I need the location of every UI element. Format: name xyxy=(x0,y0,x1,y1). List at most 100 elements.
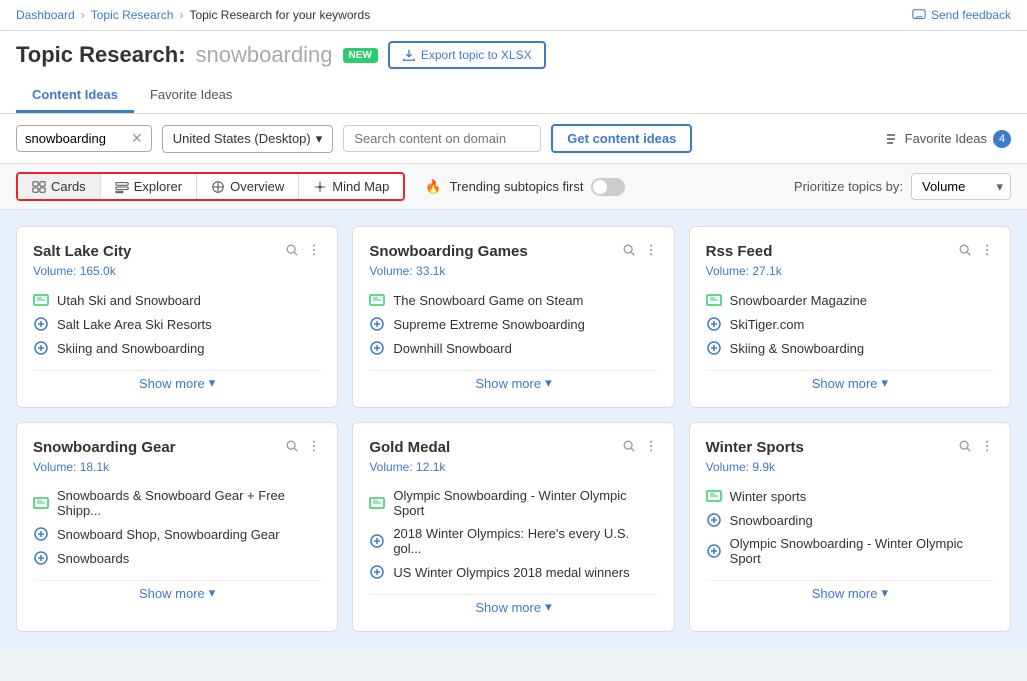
card-actions xyxy=(285,439,321,453)
show-more-button[interactable]: Show more ▾ xyxy=(369,594,657,615)
search-icon[interactable] xyxy=(285,439,299,453)
item-type-icon xyxy=(369,495,385,511)
item-text: Olympic Snowboarding - Winter Olympic Sp… xyxy=(730,536,994,566)
card-items: Winter sports Snowboarding Olympic Snowb… xyxy=(706,488,994,566)
card-items: Utah Ski and Snowboard Salt Lake Area Sk… xyxy=(33,292,321,356)
search-icon[interactable] xyxy=(622,243,636,257)
item-text: The Snowboard Game on Steam xyxy=(393,293,583,308)
card-actions xyxy=(622,243,658,257)
volume-select[interactable]: Volume Difficulty xyxy=(911,173,1011,200)
topic-card: Snowboarding Gear Volume: 18.1k Snowboar… xyxy=(16,422,338,632)
item-type-icon xyxy=(369,533,385,549)
more-icon[interactable] xyxy=(307,243,321,257)
country-select[interactable]: United States (Desktop) ▾ xyxy=(162,125,334,153)
show-more-button[interactable]: Show more ▾ xyxy=(706,580,994,601)
topic-card: Salt Lake City Volume: 165.0k Utah Ski a… xyxy=(16,226,338,408)
prioritize-wrap: Prioritize topics by: Volume Difficulty xyxy=(794,173,1011,200)
card-items: Snowboarder Magazine SkiTiger.com Skiing… xyxy=(706,292,994,356)
card-actions xyxy=(958,243,994,257)
item-type-icon xyxy=(369,564,385,580)
country-chevron-icon: ▾ xyxy=(316,131,323,147)
topic-card: Gold Medal Volume: 12.1k Olympic Snowboa… xyxy=(352,422,674,632)
list-item: US Winter Olympics 2018 medal winners xyxy=(369,564,657,580)
item-type-icon xyxy=(33,340,49,356)
view-mindmap-button[interactable]: Mind Map xyxy=(299,174,403,199)
item-type-icon xyxy=(33,495,49,511)
item-text: Skiing & Snowboarding xyxy=(730,341,864,356)
item-type-icon xyxy=(706,488,722,504)
card-header: Gold Medal xyxy=(369,439,657,456)
item-text: Olympic Snowboarding - Winter Olympic Sp… xyxy=(393,488,657,518)
card-title: Winter Sports xyxy=(706,439,804,456)
feedback-icon xyxy=(912,8,926,22)
card-header: Winter Sports xyxy=(706,439,994,456)
item-text: Snowboard Shop, Snowboarding Gear xyxy=(57,527,280,542)
item-type-icon xyxy=(369,292,385,308)
show-more-button[interactable]: Show more ▾ xyxy=(33,370,321,391)
card-volume: Volume: 9.9k xyxy=(706,460,994,474)
more-icon[interactable] xyxy=(307,439,321,453)
domain-input[interactable] xyxy=(343,125,541,152)
card-title: Gold Medal xyxy=(369,439,450,456)
item-text: SkiTiger.com xyxy=(730,317,805,332)
search-icon[interactable] xyxy=(285,243,299,257)
item-text: 2018 Winter Olympics: Here's every U.S. … xyxy=(393,526,657,556)
view-explorer-button[interactable]: Explorer xyxy=(101,174,197,199)
card-title: Snowboarding Games xyxy=(369,243,527,260)
breadcrumb-current: Topic Research for your keywords xyxy=(189,8,370,22)
show-more-button[interactable]: Show more ▾ xyxy=(706,370,994,391)
item-type-icon xyxy=(33,526,49,542)
breadcrumb-dashboard[interactable]: Dashboard xyxy=(16,8,75,22)
view-overview-button[interactable]: Overview xyxy=(197,174,299,199)
cards-area: Salt Lake City Volume: 165.0k Utah Ski a… xyxy=(0,210,1027,648)
list-item: Salt Lake Area Ski Resorts xyxy=(33,316,321,332)
item-text: US Winter Olympics 2018 medal winners xyxy=(393,565,629,580)
get-ideas-button[interactable]: Get content ideas xyxy=(551,124,692,153)
item-text: Snowboards & Snowboard Gear + Free Shipp… xyxy=(57,488,321,518)
search-toolbar: ✕ United States (Desktop) ▾ Get content … xyxy=(0,114,1027,164)
tab-content-ideas[interactable]: Content Ideas xyxy=(16,79,134,113)
top-nav: Dashboard › Topic Research › Topic Resea… xyxy=(0,0,1027,31)
view-cards-button[interactable]: Cards xyxy=(18,174,101,199)
trending-toggle[interactable] xyxy=(591,178,625,196)
more-icon[interactable] xyxy=(980,439,994,453)
item-text: Snowboarding xyxy=(730,513,813,528)
card-volume: Volume: 18.1k xyxy=(33,460,321,474)
favorite-ideas-count: Favorite Ideas 4 xyxy=(883,130,1011,148)
search-icon[interactable] xyxy=(958,243,972,257)
item-text: Skiing and Snowboarding xyxy=(57,341,204,356)
more-icon[interactable] xyxy=(644,439,658,453)
chevron-down-icon: ▾ xyxy=(881,375,888,391)
send-feedback-button[interactable]: Send feedback xyxy=(912,8,1011,22)
item-type-icon xyxy=(33,550,49,566)
export-icon xyxy=(402,48,416,62)
item-type-icon xyxy=(706,512,722,528)
keyword-input[interactable] xyxy=(25,131,125,146)
breadcrumb-topic-research[interactable]: Topic Research xyxy=(91,8,174,22)
card-header: Rss Feed xyxy=(706,243,994,260)
list-item: Snowboards & Snowboard Gear + Free Shipp… xyxy=(33,488,321,518)
more-icon[interactable] xyxy=(644,243,658,257)
search-icon[interactable] xyxy=(622,439,636,453)
chevron-down-icon: ▾ xyxy=(545,375,552,391)
more-icon[interactable] xyxy=(980,243,994,257)
toggle-dot xyxy=(593,180,607,194)
chevron-down-icon: ▾ xyxy=(209,375,216,391)
export-button[interactable]: Export topic to XLSX xyxy=(388,41,546,69)
item-type-icon xyxy=(33,292,49,308)
show-more-button[interactable]: Show more ▾ xyxy=(369,370,657,391)
list-item: Snowboarder Magazine xyxy=(706,292,994,308)
list-item: Supreme Extreme Snowboarding xyxy=(369,316,657,332)
item-text: Salt Lake Area Ski Resorts xyxy=(57,317,212,332)
item-text: Downhill Snowboard xyxy=(393,341,512,356)
fire-icon: 🔥 xyxy=(425,179,441,195)
fav-count-badge: 4 xyxy=(993,130,1011,148)
item-text: Snowboards xyxy=(57,551,129,566)
card-volume: Volume: 27.1k xyxy=(706,264,994,278)
item-text: Snowboarder Magazine xyxy=(730,293,867,308)
show-more-button[interactable]: Show more ▾ xyxy=(33,580,321,601)
clear-icon[interactable]: ✕ xyxy=(131,130,143,147)
item-type-icon xyxy=(706,316,722,332)
search-icon[interactable] xyxy=(958,439,972,453)
tab-favorite-ideas[interactable]: Favorite Ideas xyxy=(134,79,248,113)
